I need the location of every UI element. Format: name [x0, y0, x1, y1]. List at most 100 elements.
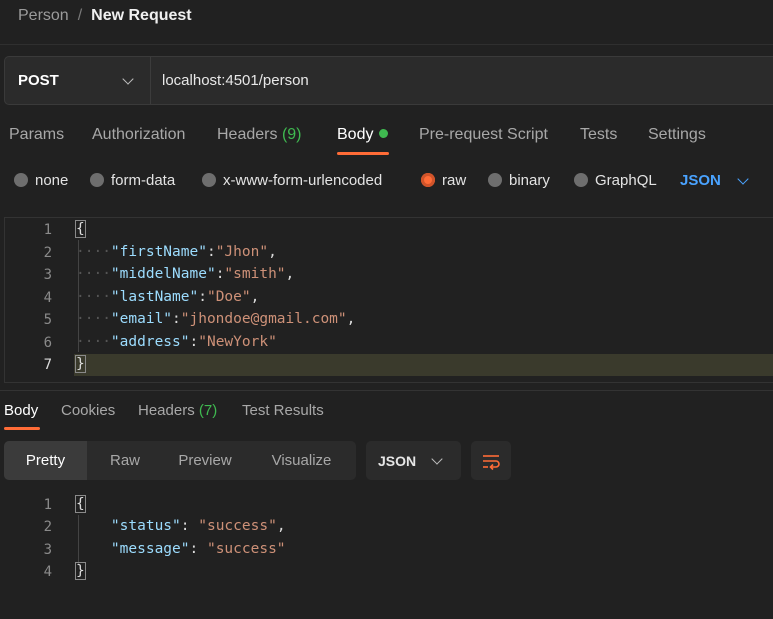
body-type-urlencoded[interactable]: x-www-form-urlencoded	[202, 172, 382, 189]
json-key: "firstName"	[110, 244, 207, 260]
json-key: "message"	[110, 541, 190, 557]
radio-icon	[202, 173, 216, 187]
method-select[interactable]: POST	[5, 57, 151, 104]
body-type-raw[interactable]: raw	[421, 172, 466, 189]
code-line: ····"firstName":"Jhon",	[76, 244, 277, 260]
body-type-none-label: none	[35, 172, 69, 189]
code-line: {	[75, 495, 86, 513]
body-language-label: JSON	[680, 172, 721, 189]
json-value: "NewYork"	[198, 334, 277, 350]
wrap-lines-button[interactable]	[471, 441, 511, 480]
response-tab-headers[interactable]: Headers (7)	[138, 402, 217, 419]
response-tab-headers-label: Headers	[138, 402, 195, 419]
active-response-tab-indicator	[4, 427, 40, 430]
json-value: "success"	[206, 541, 286, 557]
chevron-down-icon	[737, 173, 749, 185]
json-comma: ,	[250, 289, 260, 305]
header-divider	[0, 44, 773, 45]
radio-icon	[14, 173, 28, 187]
tab-settings[interactable]: Settings	[648, 126, 706, 144]
chevron-down-icon	[122, 73, 134, 85]
json-value: "jhondoe@gmail.com"	[180, 311, 347, 327]
tab-headers-label: Headers	[217, 126, 278, 143]
line-number: 7	[43, 357, 52, 373]
line-number: 3	[43, 542, 52, 558]
json-key: "status"	[110, 518, 181, 534]
tab-body[interactable]: Body	[337, 126, 389, 144]
body-type-graphql[interactable]: GraphQL	[574, 172, 657, 189]
response-tab-cookies[interactable]: Cookies	[61, 402, 115, 419]
json-value: "smith"	[224, 266, 286, 282]
active-tab-indicator	[337, 152, 389, 155]
json-value: "Doe"	[206, 289, 251, 305]
response-view-mode: Pretty Raw Preview Visualize	[4, 441, 356, 480]
response-language-select[interactable]: JSON	[366, 441, 461, 480]
code-line: ····"address":"NewYork"	[76, 334, 277, 350]
code-line: {	[75, 220, 86, 238]
response-tab-test-results[interactable]: Test Results	[242, 402, 324, 419]
breadcrumb-parent[interactable]: Person	[18, 7, 69, 24]
method-label: POST	[18, 72, 59, 89]
line-number: 1	[43, 222, 52, 238]
open-brace: {	[75, 495, 86, 513]
response-tab-body[interactable]: Body	[4, 402, 38, 419]
json-key: "lastName"	[110, 289, 199, 305]
json-comma: ,	[346, 311, 356, 327]
tab-pre-request-script[interactable]: Pre-request Script	[419, 126, 548, 144]
response-language-label: JSON	[378, 453, 417, 469]
body-type-none[interactable]: none	[14, 172, 68, 189]
tab-params[interactable]: Params	[9, 126, 64, 144]
radio-icon	[90, 173, 104, 187]
line-number: 4	[43, 564, 52, 580]
request-title[interactable]: New Request	[91, 7, 191, 24]
breadcrumb-separator: /	[77, 7, 83, 24]
view-preview-button[interactable]: Preview	[163, 441, 247, 480]
body-language-select[interactable]: JSON	[680, 172, 721, 189]
line-number: 1	[43, 497, 52, 513]
radio-selected-icon	[421, 173, 435, 187]
json-value: "success"	[198, 518, 277, 534]
breadcrumb: Person / New Request	[18, 7, 192, 25]
code-line: }	[75, 562, 86, 580]
tab-authorization[interactable]: Authorization	[92, 126, 185, 144]
code-line: "status": "success",	[110, 518, 286, 534]
view-visualize-button[interactable]: Visualize	[247, 441, 356, 480]
line-number: 2	[43, 519, 52, 535]
body-type-binary[interactable]: binary	[488, 172, 550, 189]
view-raw-button[interactable]: Raw	[87, 441, 163, 480]
code-line: ····"lastName":"Doe",	[76, 289, 260, 305]
line-number: 5	[43, 312, 52, 328]
json-key: "address"	[110, 334, 190, 350]
wrap-lines-icon	[483, 455, 500, 471]
body-type-urlencoded-label: x-www-form-urlencoded	[223, 172, 383, 189]
json-key: "email"	[110, 311, 173, 327]
pane-divider[interactable]	[0, 390, 773, 391]
line-number: 4	[43, 290, 52, 306]
response-tab-headers-count: (7)	[198, 402, 218, 419]
close-brace: }	[75, 562, 86, 580]
body-type-form-data[interactable]: form-data	[90, 172, 175, 189]
close-brace: }	[75, 355, 86, 373]
tab-body-label: Body	[337, 126, 374, 143]
body-type-form-data-label: form-data	[111, 172, 176, 189]
radio-icon	[488, 173, 502, 187]
radio-icon	[574, 173, 588, 187]
tab-headers[interactable]: Headers (9)	[217, 126, 302, 144]
current-line-highlight	[74, 354, 773, 376]
code-line: ····"middelName":"smith",	[76, 266, 295, 282]
json-value: "Jhon"	[215, 244, 269, 260]
body-type-graphql-label: GraphQL	[595, 172, 657, 189]
code-line: }	[75, 355, 86, 373]
url-input[interactable]	[162, 57, 722, 104]
line-number: 3	[43, 267, 52, 283]
code-line: "message": "success"	[110, 541, 286, 557]
code-line: ····"email":"jhondoe@gmail.com",	[76, 311, 356, 327]
tab-headers-count: (9)	[281, 126, 302, 143]
url-bar: POST	[4, 56, 773, 105]
json-comma: ,	[268, 244, 277, 260]
tab-tests[interactable]: Tests	[580, 126, 617, 144]
body-type-raw-label: raw	[442, 172, 467, 189]
view-pretty-button[interactable]: Pretty	[4, 441, 87, 480]
json-comma: ,	[285, 266, 295, 282]
line-number: 6	[43, 335, 52, 351]
